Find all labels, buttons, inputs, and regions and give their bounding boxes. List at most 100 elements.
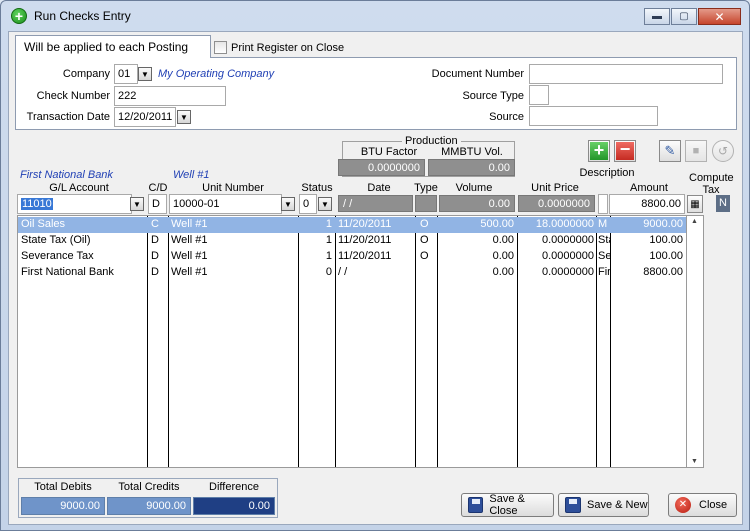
row-type: O [420,234,429,246]
row-status: 1 [325,218,332,230]
row-unit: Well #1 [171,266,208,278]
source-type-field[interactable] [529,85,549,105]
transaction-date-label: Transaction Date [26,111,110,123]
close-circle-icon: ✕ [675,497,691,513]
print-register-option[interactable]: Print Register on Close [214,41,344,54]
document-number-field[interactable] [529,64,723,84]
check-number-field[interactable]: 222 [114,86,226,106]
row-type: O [420,218,429,230]
row-price: 0.0000000 [542,266,594,278]
cd-header: C/D [148,182,168,194]
table-row[interactable]: State Tax (Oil) D Well #1 1 11/20/2011 O 0.00 0… [18,233,686,249]
add-row-button[interactable]: + [588,140,610,162]
save-disk-icon [565,497,581,513]
gl-account-header: G/L Account [49,182,109,194]
row-unit: Well #1 [171,234,208,246]
unit-price-field[interactable]: 0.0000000 [518,195,595,212]
table-row[interactable]: Oil Sales C Well #1 1 11/20/2011 O 500.00 18.00… [18,217,686,233]
window-title: Run Checks Entry [34,9,131,23]
close-window-button[interactable]: ✕ [698,8,741,25]
title-bar: + Run Checks Entry ▬ ▢ ✕ [1,1,749,31]
difference-label: Difference [209,481,259,493]
total-debits-label: Total Debits [34,481,92,493]
disk-icon: ■ [692,145,700,157]
maximize-button[interactable]: ▢ [671,8,697,25]
status-field[interactable]: 0 [299,194,317,214]
source-type-label: Source Type [462,90,524,102]
print-register-checkbox[interactable] [214,41,227,54]
cd-field[interactable]: D [148,194,167,214]
total-credits-label: Total Credits [118,481,180,493]
row-description: Sta [598,234,610,246]
status-header: Status [301,182,333,194]
save-close-label: Save & Close [489,493,525,517]
scroll-up-icon[interactable]: ▲ [691,218,698,225]
add-circle-icon: + [11,8,27,24]
btu-factor-field: 0.0000000 [338,159,425,176]
scroll-down-icon[interactable]: ▼ [691,458,698,465]
company-field[interactable]: 01 [114,64,138,84]
tab-applied-each-posting[interactable]: Will be applied to each Posting [15,35,211,58]
row-amount: 100.00 [649,234,683,246]
date-field[interactable]: / / [338,195,413,212]
status-dropdown-icon[interactable]: ▼ [318,197,332,211]
total-credits-value: 9000.00 [107,497,191,515]
unit-dropdown-icon[interactable]: ▼ [281,197,295,211]
print-register-label: Print Register on Close [231,41,345,54]
row-unit: Well #1 [171,250,208,262]
row-cd: C [151,218,159,230]
client-area: Will be applied to each Posting Print Re… [8,31,743,525]
save-close-button[interactable]: Save & Close [461,493,554,517]
delete-row-button[interactable]: − [614,140,636,162]
run-checks-window: + Run Checks Entry ▬ ▢ ✕ Will be applied… [0,0,750,531]
unit-number-header: Unit Number [202,182,264,194]
row-volume: 500.00 [480,218,514,230]
row-cd: D [151,250,159,262]
edit-button[interactable]: ✎ [659,140,681,162]
row-volume: 0.00 [492,234,514,246]
posting-panel: Company 01 ▼ My Operating Company Check … [15,57,737,130]
calculator-icon: ▦ [690,198,700,210]
gl-account-value: 11010 [21,198,53,210]
well-name: Well #1 [173,169,210,181]
row-price: 0.0000000 [542,250,594,262]
row-account: First National Bank [21,266,114,278]
save-new-button[interactable]: Save & New [558,493,649,517]
compute-tax-field[interactable]: N [716,195,730,212]
row-unit: Well #1 [171,218,208,230]
save-row-button[interactable]: ■ [685,140,707,162]
calculator-button[interactable]: ▦ [687,195,703,213]
company-dropdown-icon[interactable]: ▼ [138,67,152,81]
total-debits-value: 9000.00 [21,497,105,515]
table-row[interactable]: First National Bank D Well #1 0 / / 0.00 0.000… [18,265,686,281]
gl-account-dropdown-icon[interactable]: ▼ [130,197,144,211]
row-amount: 100.00 [649,250,683,262]
close-button[interactable]: ✕ Close [668,493,737,517]
row-status: 1 [325,250,332,262]
table-row[interactable]: Severance Tax D Well #1 1 11/20/2011 O 0.00 0.0… [18,249,686,265]
volume-field[interactable]: 0.00 [439,195,515,212]
pencil-icon: ✎ [664,143,676,158]
row-status: 0 [325,266,332,278]
source-field[interactable] [529,106,658,126]
row-volume: 0.00 [492,250,514,262]
description-field[interactable] [598,194,608,214]
btu-factor-label: BTU Factor [360,146,418,158]
row-status: 1 [325,234,332,246]
amount-field[interactable]: 8800.00 [609,194,685,214]
gl-account-field[interactable]: 11010 [17,194,132,214]
type-field[interactable] [415,195,437,212]
company-label: Company [62,68,110,80]
unit-number-field[interactable]: 10000-01 [169,194,282,214]
undo-button[interactable]: ↺ [712,140,734,162]
grid-scrollbar[interactable]: ▲ ▼ [687,215,704,468]
transaction-date-field[interactable]: 12/20/2011 [114,107,176,127]
save-new-label: Save & New [587,499,648,511]
postings-grid[interactable]: Oil Sales C Well #1 1 11/20/2011 O 500.00 18.00… [17,215,687,468]
row-amount: 8800.00 [643,266,683,278]
row-description: Se [598,250,610,262]
minimize-button[interactable]: ▬ [644,8,670,25]
mmbtu-field: 0.00 [428,159,515,176]
row-description: M [598,218,608,230]
date-dropdown-icon[interactable]: ▼ [177,110,191,124]
